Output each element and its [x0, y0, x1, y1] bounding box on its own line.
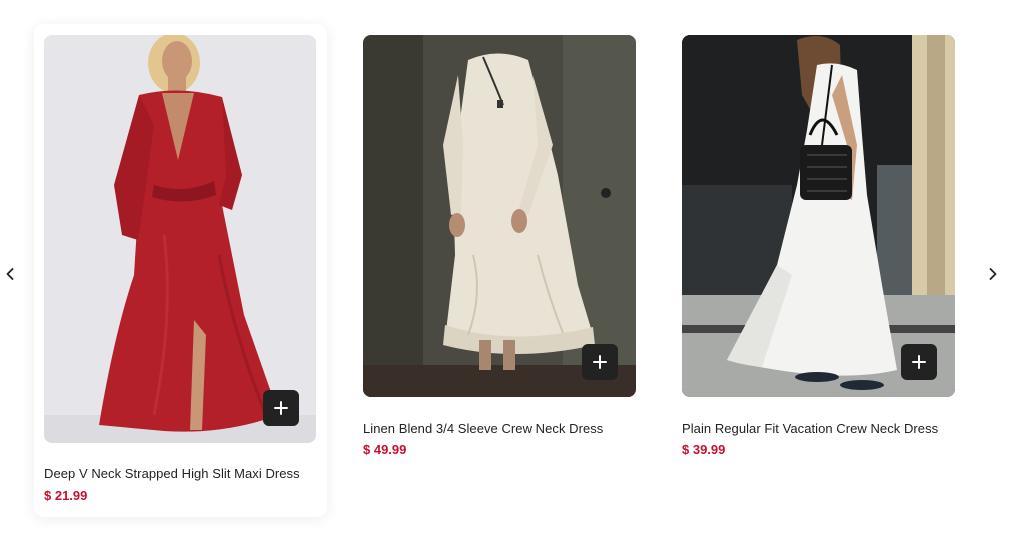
- product-title[interactable]: Plain Regular Fit Vacation Crew Neck Dre…: [682, 421, 938, 436]
- add-to-cart-button[interactable]: [263, 390, 299, 426]
- product-image[interactable]: [682, 35, 955, 397]
- product-image[interactable]: [363, 35, 636, 397]
- product-price: $ 39.99: [682, 442, 726, 457]
- carousel-next-button[interactable]: [983, 262, 1003, 286]
- product-card[interactable]: Linen Blend 3/4 Sleeve Crew Neck Dress $…: [363, 35, 636, 475]
- product-card[interactable]: Plain Regular Fit Vacation Crew Neck Dre…: [682, 35, 955, 475]
- plus-icon: [274, 401, 288, 415]
- product-price: $ 49.99: [363, 442, 407, 457]
- product-carousel: Deep V Neck Strapped High Slit Maxi Dres…: [0, 0, 1024, 534]
- product-title[interactable]: Deep V Neck Strapped High Slit Maxi Dres…: [44, 466, 300, 481]
- carousel-prev-button[interactable]: [0, 262, 20, 286]
- plus-icon: [593, 355, 607, 369]
- add-to-cart-button[interactable]: [901, 344, 937, 380]
- chevron-right-icon: [989, 268, 997, 280]
- product-price: $ 21.99: [44, 488, 88, 503]
- product-title[interactable]: Linen Blend 3/4 Sleeve Crew Neck Dress: [363, 421, 603, 436]
- chevron-left-icon: [6, 268, 14, 280]
- product-image[interactable]: [44, 35, 316, 443]
- product-card[interactable]: Deep V Neck Strapped High Slit Maxi Dres…: [34, 24, 327, 517]
- plus-icon: [912, 355, 926, 369]
- add-to-cart-button[interactable]: [582, 344, 618, 380]
